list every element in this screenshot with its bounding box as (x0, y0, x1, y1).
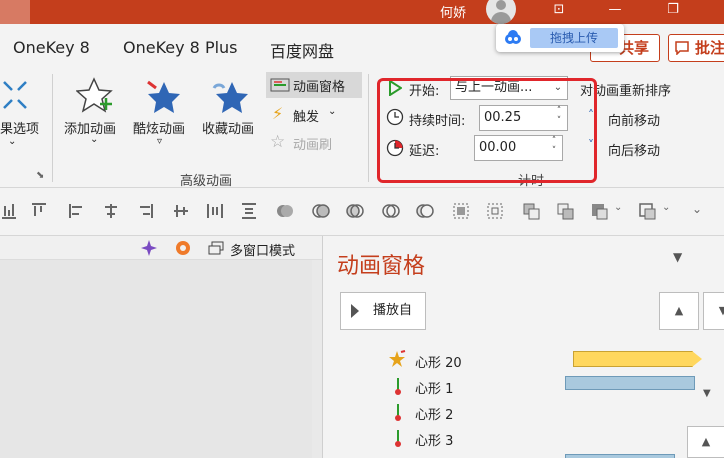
tab-onekey8-plus[interactable]: OneKey 8 Plus (123, 38, 238, 57)
move-earlier-button[interactable]: 向前移动 (608, 110, 660, 129)
group-icon[interactable] (452, 202, 470, 220)
animation-pane: 动画窗格 ▼ 播放自 ▲ ▼ 心形 20 心形 1 心形 2 心形 3 ▼ ▲ (322, 236, 724, 458)
animation-pane-icon (270, 78, 290, 92)
animation-painter-button[interactable]: 动画刷 (293, 134, 332, 153)
align-left-icon[interactable] (68, 202, 86, 220)
timing-highlight-box (377, 78, 597, 183)
comment-button[interactable]: 批注 (668, 34, 724, 62)
baidu-cloud-icon (505, 30, 521, 44)
animation-item-label: 心形 2 (415, 408, 454, 423)
tab-baidu-netdisk[interactable]: 百度网盘 (270, 38, 334, 62)
animation-item-label: 心形 1 (415, 382, 454, 397)
move-down-button[interactable]: ▼ (703, 292, 724, 330)
minimize-icon[interactable]: — (600, 0, 630, 24)
restore-icon[interactable]: ❐ (658, 0, 688, 24)
animation-pane-label: 动画窗格 (293, 80, 346, 95)
arrange-icon[interactable] (590, 202, 608, 220)
move-later-button[interactable]: 向后移动 (608, 140, 660, 159)
ribbon-display-options-icon[interactable]: ⊡ (544, 0, 574, 24)
align-top-icon[interactable] (30, 202, 48, 220)
effect-options-chevron-icon[interactable]: ⌄ (8, 136, 16, 147)
animation-pane-title: 动画窗格 (337, 254, 426, 279)
arrange-chevron-icon[interactable]: ⌄ (614, 202, 632, 220)
ribbon-separator (368, 74, 369, 182)
play-from-button[interactable]: 播放自 (340, 292, 426, 330)
timeline-bar-motion[interactable] (565, 454, 675, 458)
play-from-label: 播放自 (373, 303, 413, 318)
title-bar-accent (0, 0, 30, 24)
cool-animation-star-icon (147, 80, 180, 113)
align-center-icon[interactable] (102, 202, 120, 220)
arrange-toolbar: ⌄ ⌄ ⌄ (0, 188, 724, 236)
multi-window-mode-button[interactable]: 多窗口模式 (230, 240, 295, 259)
add-animation-icon (76, 77, 113, 113)
cool-animation-button[interactable]: 酷炫动画 (133, 118, 185, 137)
toolbar-overflow-icon[interactable]: ⌄ (692, 202, 710, 220)
move-up-button[interactable]: ▲ (659, 292, 699, 330)
slide-area: 多窗口模式 (0, 236, 322, 458)
avatar[interactable] (486, 0, 516, 24)
add-animation-chevron-icon[interactable]: ⌄ (90, 134, 98, 145)
motion-path-end-dot (395, 441, 401, 447)
trigger-button[interactable]: 触发 (293, 106, 319, 125)
align-right-icon[interactable] (136, 202, 154, 220)
trigger-chevron-icon[interactable]: ⌄ (328, 106, 336, 117)
multi-window-icon (208, 241, 224, 255)
effect-options-button[interactable]: 果选项 (0, 118, 39, 137)
tab-onekey8[interactable]: OneKey 8 (13, 38, 90, 57)
play-icon (351, 304, 359, 318)
align-bottom-icon[interactable] (0, 202, 18, 220)
trigger-lightning-icon: ⚡ (272, 104, 284, 123)
pane-options-chevron-icon[interactable]: ▼ (673, 250, 682, 264)
ribbon: 果选项 ⌄ 添加动画 ⌄ 酷炫动画 ▿ 收藏动画 动画窗格 ⚡ 触发 ⌄ ☆ 动… (0, 70, 724, 189)
size-chevron-icon[interactable]: ⌄ (662, 202, 680, 220)
favorite-animation-button[interactable]: 收藏动画 (202, 118, 254, 137)
bring-forward-icon[interactable] (522, 202, 540, 220)
subtract-shapes-icon[interactable] (416, 202, 434, 220)
align-middle-icon[interactable] (172, 202, 190, 220)
timeline-bar-emphasis[interactable] (573, 351, 702, 367)
comment-label: 批注 (695, 39, 724, 57)
drag-upload-label[interactable]: 拖拽上传 (530, 28, 618, 48)
timeline-scroll-down-icon[interactable]: ▼ (703, 388, 711, 399)
combine-shapes-icon[interactable] (312, 202, 330, 220)
slide-canvas[interactable] (0, 260, 312, 458)
timeline-bar-motion[interactable] (565, 376, 695, 390)
ribbon-separator (52, 74, 53, 182)
distribute-horizontal-icon[interactable] (206, 202, 224, 220)
baidu-upload-popup[interactable]: 拖拽上传 (496, 24, 624, 52)
user-name[interactable]: 何娇 (440, 2, 466, 21)
comment-icon (675, 41, 689, 55)
sparkle-icon[interactable] (140, 239, 158, 257)
send-backward-icon[interactable] (556, 202, 574, 220)
advanced-animation-group-label: 高级动画 (180, 174, 233, 189)
favorite-animation-star-icon (212, 82, 248, 113)
distribute-vertical-icon[interactable] (240, 202, 258, 220)
effect-options-icon (3, 81, 27, 109)
fragment-shapes-icon[interactable] (346, 202, 364, 220)
slide-topbar: 多窗口模式 (0, 236, 322, 260)
motion-path-end-dot (395, 389, 401, 395)
cool-animation-chevron-icon[interactable]: ▿ (157, 136, 162, 147)
intersect-shapes-icon[interactable] (382, 202, 400, 220)
title-bar: 何娇 ⊡ — ❐ (0, 0, 724, 24)
group-dialog-launcher-icon[interactable]: ⬊ (36, 170, 44, 181)
scroll-up-button[interactable]: ▲ (687, 426, 724, 458)
emphasis-star-icon (389, 350, 406, 367)
gear-icon[interactable] (174, 239, 192, 257)
animation-item-label: 心形 3 (415, 434, 454, 449)
merge-shapes-icon[interactable] (276, 202, 294, 220)
ungroup-icon[interactable] (486, 202, 504, 220)
animation-item-label: 心形 20 (415, 356, 462, 371)
motion-path-end-dot (395, 415, 401, 421)
animation-painter-icon: ☆ (270, 132, 286, 152)
size-icon[interactable] (638, 202, 656, 220)
